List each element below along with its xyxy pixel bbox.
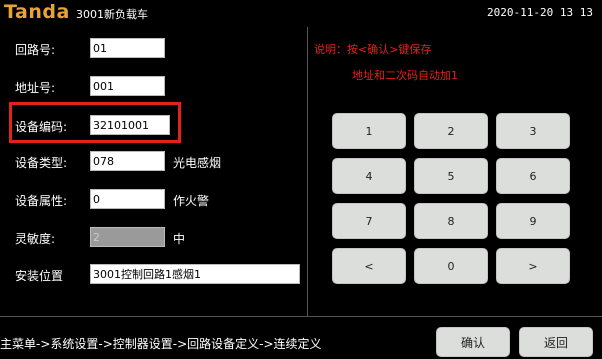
- type-text: 光电感烟: [173, 156, 222, 170]
- sensitivity-text: 中: [173, 232, 186, 246]
- key-1[interactable]: 1: [332, 113, 406, 149]
- loop-field[interactable]: 01: [90, 38, 165, 58]
- address-field[interactable]: 001: [90, 76, 165, 96]
- type-field[interactable]: 078: [90, 151, 165, 171]
- location-label: 安装位置: [15, 269, 64, 283]
- key-left-arrow[interactable]: <: [332, 248, 406, 284]
- breadcrumb: 主菜单->系统设置->控制器设置->回路设备定义->连续定义: [0, 337, 322, 351]
- brand-logo: Tanda: [4, 1, 70, 23]
- window-subtitle: 3001新负载车: [76, 8, 148, 21]
- key-3[interactable]: 3: [496, 113, 570, 149]
- code-field[interactable]: 32101001: [90, 115, 170, 135]
- sensitivity-label: 灵敏度:: [15, 232, 56, 246]
- attr-label: 设备属性:: [15, 194, 68, 208]
- key-0[interactable]: 0: [414, 248, 488, 284]
- loop-label: 回路号:: [15, 43, 56, 57]
- code-label: 设备编码:: [15, 120, 68, 134]
- datetime-display: 2020-11-20 13 13: [487, 6, 593, 19]
- title-bar: Tanda 3001新负载车 2020-11-20 13 13: [0, 0, 602, 26]
- type-label: 设备类型:: [15, 156, 68, 170]
- key-7[interactable]: 7: [332, 203, 406, 239]
- attr-field[interactable]: 0: [90, 189, 165, 209]
- key-9[interactable]: 9: [496, 203, 570, 239]
- key-2[interactable]: 2: [414, 113, 488, 149]
- panel-divider: [307, 27, 308, 316]
- confirm-button[interactable]: 确认: [436, 327, 510, 357]
- key-6[interactable]: 6: [496, 158, 570, 194]
- key-8[interactable]: 8: [414, 203, 488, 239]
- sensitivity-field: 2: [90, 227, 165, 247]
- attr-text: 作火警: [173, 194, 210, 208]
- address-label: 地址号:: [15, 81, 56, 95]
- location-field[interactable]: 3001控制回路1感烟1: [90, 264, 300, 284]
- footer-divider: [0, 316, 602, 317]
- key-right-arrow[interactable]: >: [496, 248, 570, 284]
- note-line-2: 地址和二次码自动加1: [352, 69, 458, 82]
- note-line-1: 说明：按<确认>键保存: [314, 43, 432, 56]
- key-5[interactable]: 5: [414, 158, 488, 194]
- key-4[interactable]: 4: [332, 158, 406, 194]
- back-button[interactable]: 返回: [519, 327, 593, 357]
